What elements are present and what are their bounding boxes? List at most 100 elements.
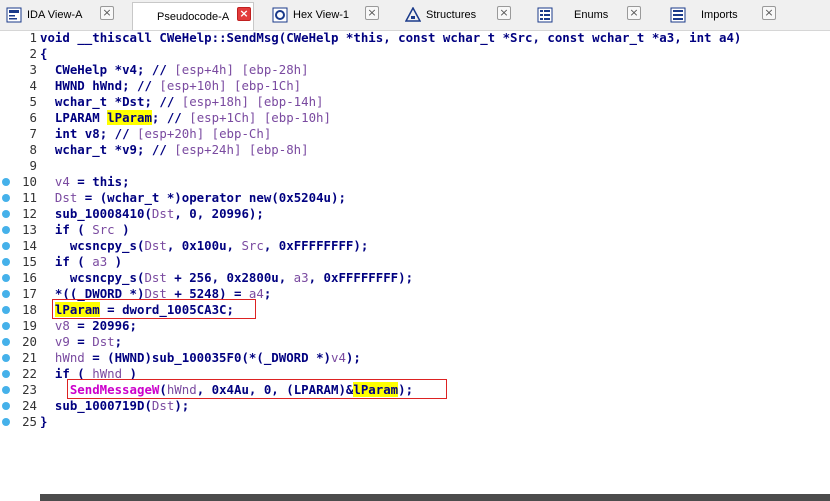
line-number: 1 bbox=[29, 30, 37, 45]
line-number: 19 bbox=[22, 318, 37, 333]
code-line[interactable]: 7 int v8; // [esp+20h] [ebp-Ch] bbox=[0, 126, 830, 142]
line-number: 15 bbox=[22, 254, 37, 269]
structures-icon bbox=[405, 7, 421, 22]
code-line[interactable]: 3 CWeHelp *v4; // [esp+4h] [ebp-28h] bbox=[0, 62, 830, 78]
code-line[interactable]: 8 wchar_t *v9; // [esp+24h] [ebp-8h] bbox=[0, 142, 830, 158]
tab-label: Structures bbox=[426, 9, 477, 21]
line-number: 9 bbox=[29, 158, 37, 173]
code-line[interactable]: 15 if ( a3 ) bbox=[0, 254, 830, 270]
code-line[interactable]: 9 bbox=[0, 158, 830, 174]
line-number: 11 bbox=[22, 190, 37, 205]
line-number: 22 bbox=[22, 366, 37, 381]
breakpoint-dot-icon[interactable] bbox=[2, 322, 10, 330]
code-line[interactable]: 24 sub_1000719D(Dst); bbox=[0, 398, 830, 414]
code-text: v8 = 20996; bbox=[54, 318, 137, 333]
tab-label: Pseudocode-A bbox=[157, 10, 230, 23]
breakpoint-dot-icon[interactable] bbox=[2, 210, 10, 218]
line-number: 5 bbox=[29, 94, 37, 109]
line-number: 14 bbox=[22, 238, 37, 253]
code-text: sub_10008410(Dst, 0, 20996); bbox=[54, 206, 264, 221]
breakpoint-dot-icon[interactable] bbox=[2, 386, 10, 394]
code-text: LPARAM lParam; // [esp+1Ch] [ebp-10h] bbox=[54, 110, 331, 125]
line-number: 3 bbox=[29, 62, 37, 77]
breakpoint-dot-icon[interactable] bbox=[2, 226, 10, 234]
code-text: CWeHelp *v4; // [esp+4h] [ebp-28h] bbox=[54, 62, 309, 77]
line-number: 8 bbox=[29, 142, 37, 157]
line-number: 13 bbox=[22, 222, 37, 237]
code-line[interactable]: 25} bbox=[0, 414, 830, 430]
tab-label: Imports bbox=[701, 9, 738, 21]
code-text: { bbox=[40, 46, 48, 61]
code-text: hWnd = (HWND)sub_100035F0(*(_DWORD *)v4)… bbox=[54, 350, 361, 365]
horizontal-scrollbar[interactable] bbox=[40, 494, 830, 501]
code-line[interactable]: 12 sub_10008410(Dst, 0, 20996); bbox=[0, 206, 830, 222]
code-line[interactable]: 5 wchar_t *Dst; // [esp+18h] [ebp-14h] bbox=[0, 94, 830, 110]
code-text: int v8; // [esp+20h] [ebp-Ch] bbox=[54, 126, 272, 141]
line-number: 10 bbox=[22, 174, 37, 189]
breakpoint-dot-icon[interactable] bbox=[2, 402, 10, 410]
pseudocode-view[interactable]: 1 void __thiscall CWeHelp::SendMsg(CWeHel… bbox=[0, 29, 830, 469]
tab-structures[interactable]: Structures × bbox=[405, 2, 511, 28]
code-line[interactable]: 2{ bbox=[0, 46, 830, 62]
tab-label: Hex View-1 bbox=[293, 9, 350, 21]
code-text: void __thiscall CWeHelp::SendMsg(CWeHelp… bbox=[40, 30, 742, 45]
code-line[interactable]: 10 v4 = this; bbox=[0, 174, 830, 190]
code-text: wcsncpy_s(Dst, 0x100u, Src, 0xFFFFFFFF); bbox=[69, 238, 369, 253]
breakpoint-dot-icon[interactable] bbox=[2, 242, 10, 250]
breakpoint-dot-icon[interactable] bbox=[2, 290, 10, 298]
imports-icon bbox=[670, 7, 686, 23]
code-text: sub_1000719D(Dst); bbox=[54, 398, 190, 413]
tab-enums[interactable]: Enums × bbox=[537, 2, 641, 28]
code-text: v9 = Dst; bbox=[54, 334, 123, 349]
line-number: 17 bbox=[22, 286, 37, 301]
code-text: HWND hWnd; // [esp+10h] [ebp-1Ch] bbox=[54, 78, 302, 93]
breakpoint-dot-icon[interactable] bbox=[2, 370, 10, 378]
annotation-box-sendmessage bbox=[67, 379, 447, 399]
close-icon[interactable]: × bbox=[497, 6, 511, 20]
close-icon[interactable]: × bbox=[100, 6, 114, 20]
breakpoint-dot-icon[interactable] bbox=[2, 178, 10, 186]
line-number: 7 bbox=[29, 126, 37, 141]
code-line[interactable]: 4 HWND hWnd; // [esp+10h] [ebp-1Ch] bbox=[0, 78, 830, 94]
line-number: 2 bbox=[29, 46, 37, 61]
line-number: 4 bbox=[29, 78, 37, 93]
code-line[interactable]: 6 LPARAM lParam; // [esp+1Ch] [ebp-10h] bbox=[0, 110, 830, 126]
close-icon[interactable]: × bbox=[762, 6, 776, 20]
breakpoint-dot-icon[interactable] bbox=[2, 338, 10, 346]
tab-hex-view-1[interactable]: Hex View-1 × bbox=[272, 2, 379, 28]
code-text: if ( a3 ) bbox=[54, 254, 123, 269]
code-line[interactable]: 11 Dst = (wchar_t *)operator new(0x5204u… bbox=[0, 190, 830, 206]
code-line[interactable]: 13 if ( Src ) bbox=[0, 222, 830, 238]
code-line[interactable]: 20 v9 = Dst; bbox=[0, 334, 830, 350]
breakpoint-dot-icon[interactable] bbox=[2, 354, 10, 362]
line-number: 6 bbox=[29, 110, 37, 125]
code-line[interactable]: 1 void __thiscall CWeHelp::SendMsg(CWeHel… bbox=[0, 30, 830, 46]
line-number: 21 bbox=[22, 350, 37, 365]
breakpoint-dot-icon[interactable] bbox=[2, 194, 10, 202]
breakpoint-dot-icon[interactable] bbox=[2, 306, 10, 314]
line-number: 25 bbox=[22, 414, 37, 429]
tab-imports[interactable]: Imports × bbox=[670, 2, 776, 28]
code-line[interactable]: 21 hWnd = (HWND)sub_100035F0(*(_DWORD *)… bbox=[0, 350, 830, 366]
close-icon[interactable]: × bbox=[237, 7, 251, 21]
code-text: if ( Src ) bbox=[54, 222, 130, 237]
tab-label: IDA View-A bbox=[27, 9, 83, 21]
hex-view-icon bbox=[272, 7, 288, 23]
enums-icon bbox=[537, 7, 553, 23]
close-icon[interactable]: × bbox=[365, 6, 379, 20]
close-icon[interactable]: × bbox=[627, 6, 641, 20]
code-line[interactable]: 19 v8 = 20996; bbox=[0, 318, 830, 334]
line-number: 23 bbox=[22, 382, 37, 397]
code-line[interactable]: 16 wcsncpy_s(Dst + 256, 0x2800u, a3, 0xF… bbox=[0, 270, 830, 286]
code-line[interactable]: 14 wcsncpy_s(Dst, 0x100u, Src, 0xFFFFFFF… bbox=[0, 238, 830, 254]
ida-view-icon bbox=[6, 7, 22, 23]
breakpoint-dot-icon[interactable] bbox=[2, 274, 10, 282]
tab-ida-view-a[interactable]: IDA View-A × bbox=[6, 2, 114, 28]
code-text: } bbox=[40, 414, 48, 429]
tab-pseudocode-a[interactable]: Pseudocode-A × bbox=[132, 2, 254, 30]
line-number: 18 bbox=[22, 302, 37, 317]
code-text: Dst = (wchar_t *)operator new(0x5204u); bbox=[54, 190, 346, 205]
breakpoint-dot-icon[interactable] bbox=[2, 418, 10, 426]
breakpoint-dot-icon[interactable] bbox=[2, 258, 10, 266]
code-text: wchar_t *v9; // [esp+24h] [ebp-8h] bbox=[54, 142, 309, 157]
